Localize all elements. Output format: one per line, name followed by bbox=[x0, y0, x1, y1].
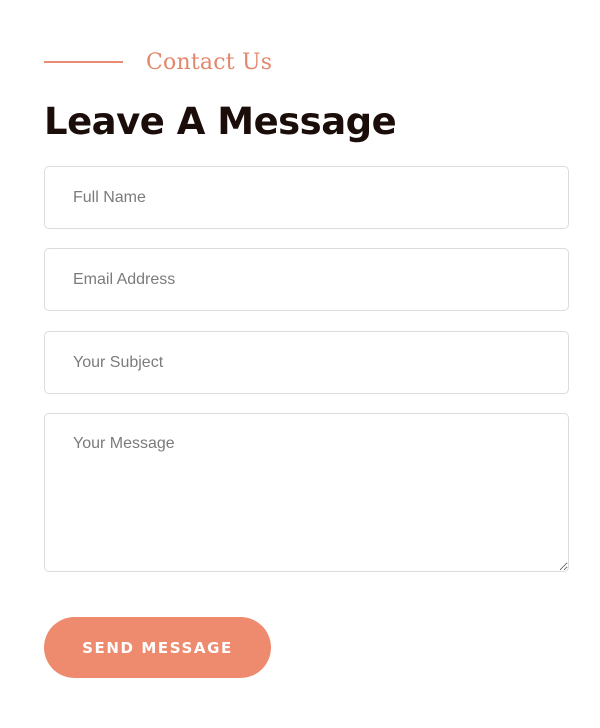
section-eyebrow: Contact Us bbox=[44, 46, 272, 78]
email-address-input[interactable] bbox=[44, 248, 569, 311]
subject-input[interactable] bbox=[44, 331, 569, 394]
send-message-button[interactable]: SEND MESSAGE bbox=[44, 617, 271, 678]
eyebrow-divider-line bbox=[44, 61, 123, 63]
form-title: Leave A Message bbox=[44, 100, 397, 143]
message-textarea[interactable] bbox=[44, 413, 569, 572]
full-name-input[interactable] bbox=[44, 166, 569, 229]
eyebrow-label: Contact Us bbox=[146, 49, 273, 75]
